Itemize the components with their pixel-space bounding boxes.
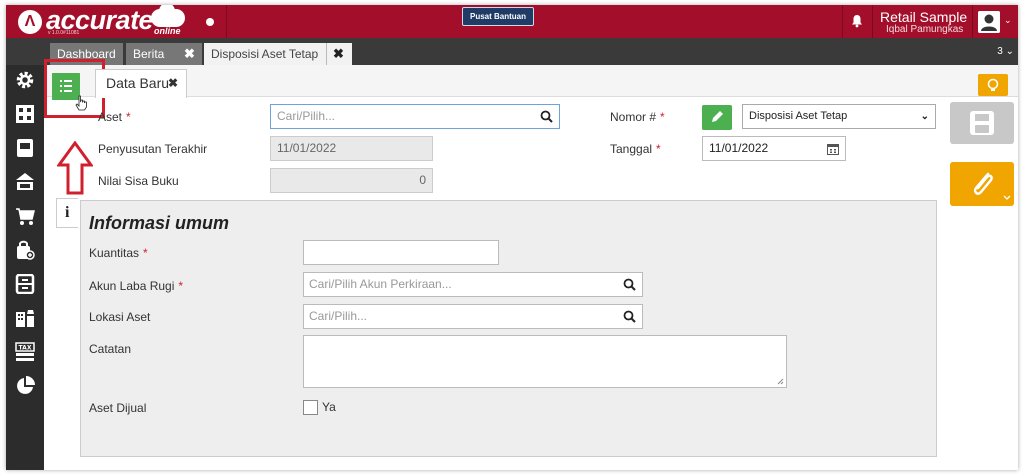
save-button[interactable] — [950, 102, 1014, 144]
akun-placeholder: Cari/Pilih Akun Perkiraan... — [309, 277, 452, 291]
penyusutan-label: Penyusutan Terakhir — [98, 142, 208, 156]
required-mark: * — [660, 110, 665, 124]
shopping-bag-icon[interactable] — [15, 240, 35, 260]
tab-label: Disposisi Aset Tetap — [211, 47, 319, 61]
dijual-label: Aset Dijual — [89, 401, 147, 415]
akun-label-text: Akun Laba Rugi — [89, 279, 175, 293]
dijual-option-label: Ya — [322, 400, 336, 414]
version-text: v 1.0.0#11081 — [48, 30, 80, 36]
attachment-button[interactable] — [950, 162, 1014, 206]
required-mark: * — [126, 110, 131, 124]
header-divider — [972, 5, 973, 38]
tax-icon[interactable]: TAX — [15, 342, 35, 362]
nomor-label-text: Nomor # — [610, 110, 657, 124]
close-icon[interactable]: ✖ — [168, 70, 178, 97]
tab-label: Berita — [133, 47, 165, 61]
nomor-select[interactable]: Disposisi Aset Tetap ⌄ — [742, 104, 936, 129]
kuantitas-label-text: Kuantitas — [89, 246, 140, 260]
main-content: Data Baru ✖ Aset * Cari/Pilih... Penyusut… — [44, 59, 1018, 470]
required-mark: * — [656, 142, 661, 156]
app-window: Λ accurate online v 1.0.0#11081 Pusat Ba… — [6, 5, 1018, 470]
lokasi-label: Lokasi Aset — [89, 310, 151, 324]
sidebar: TAX — [6, 65, 44, 470]
subtab-strip — [44, 65, 1018, 97]
pencil-button[interactable] — [702, 105, 732, 130]
chevron-down-icon: ⌄ — [920, 111, 929, 122]
calendar-icon[interactable] — [827, 143, 839, 155]
logo-sub: online — [154, 26, 181, 36]
aset-label-text: Aset — [98, 110, 123, 124]
search-icon[interactable] — [623, 310, 636, 323]
akun-label: Akun Laba Rugi * — [89, 279, 183, 293]
tab-count-value: 3 — [997, 46, 1003, 57]
nilai-field: 0 — [270, 168, 433, 193]
pie-chart-icon[interactable] — [15, 376, 35, 396]
ledger-icon[interactable] — [15, 138, 35, 158]
tab-berita[interactable]: Berita ✖ — [126, 43, 202, 65]
user-name: Iqbal Pamungkas — [886, 24, 964, 35]
bank-icon[interactable] — [15, 172, 35, 192]
subtab-label: Data Baru — [106, 75, 170, 91]
close-icon[interactable]: ✖ — [326, 43, 344, 65]
dijual-checkbox[interactable] — [303, 400, 318, 415]
svg-text:TAX: TAX — [19, 345, 32, 352]
catatan-label: Catatan — [89, 342, 132, 356]
company-name[interactable]: Retail Sample — [880, 9, 967, 25]
akun-search-input[interactable]: Cari/Pilih Akun Perkiraan... — [303, 272, 643, 297]
section-title: Informasi umum — [89, 213, 230, 233]
header-divider — [226, 5, 227, 38]
close-icon[interactable]: ✖ — [184, 43, 195, 65]
nomor-value: Disposisi Aset Tetap — [749, 110, 848, 122]
nilai-label: Nilai Sisa Buku — [98, 174, 179, 188]
top-header: Λ accurate online v 1.0.0#11081 Pusat Ba… — [6, 5, 1018, 38]
tanggal-label: Tanggal * — [610, 142, 661, 156]
subtab-data-baru[interactable]: Data Baru ✖ — [95, 69, 187, 98]
tab-disposisi-aset-tetap[interactable]: Disposisi Aset Tetap ✖ — [204, 43, 352, 65]
penyusutan-field: 11/01/2022 — [270, 136, 433, 161]
aset-label: Aset * — [98, 110, 131, 124]
help-button[interactable]: Pusat Bantuan — [462, 7, 534, 26]
header-divider — [842, 5, 843, 38]
required-mark: * — [178, 279, 184, 293]
kuantitas-input[interactable] — [303, 240, 499, 265]
bell-icon[interactable] — [850, 14, 864, 28]
tanggal-input[interactable]: 11/01/2022 — [702, 136, 846, 161]
tanggal-label-text: Tanggal — [610, 142, 653, 156]
lightbulb-button[interactable] — [978, 74, 1008, 96]
aset-placeholder: Cari/Pilih... — [277, 109, 336, 123]
inventory-icon[interactable] — [15, 274, 35, 294]
user-avatar-icon[interactable] — [978, 11, 1000, 33]
status-dot-icon — [206, 18, 214, 26]
building-icon[interactable] — [15, 308, 35, 328]
aset-search-input[interactable]: Cari/Pilih... — [270, 104, 560, 129]
lokasi-search-input[interactable]: Cari/Pilih... — [303, 304, 643, 329]
nomor-label: Nomor # * — [610, 110, 665, 124]
resize-handle-icon[interactable] — [777, 378, 784, 385]
tab-bar: Dashboard Berita ✖ Disposisi Aset Tetap … — [6, 38, 1018, 65]
grid-icon[interactable] — [15, 104, 35, 124]
kuantitas-label: Kuantitas * — [89, 246, 148, 260]
catatan-textarea[interactable] — [303, 335, 787, 388]
gear-icon[interactable] — [15, 70, 35, 90]
lokasi-placeholder: Cari/Pilih... — [309, 309, 368, 323]
tanggal-value: 11/01/2022 — [709, 141, 769, 155]
info-panel: Informasi umum Kuantitas * Akun Laba Rugi… — [80, 200, 937, 457]
cloud-icon — [151, 5, 185, 27]
search-icon[interactable] — [623, 278, 636, 291]
cart-icon[interactable] — [15, 206, 35, 226]
header-divider — [872, 5, 873, 38]
required-mark: * — [143, 246, 148, 260]
logo-icon: Λ — [18, 10, 42, 34]
tab-count-badge[interactable]: 3 ⌄ — [997, 46, 1014, 57]
arrow-up-annotation-icon — [57, 141, 93, 195]
info-tab[interactable]: i — [56, 198, 78, 228]
info-icon: i — [65, 204, 70, 221]
chevron-down-icon[interactable]: ⌄ — [1004, 15, 1012, 26]
search-icon[interactable] — [540, 110, 553, 123]
